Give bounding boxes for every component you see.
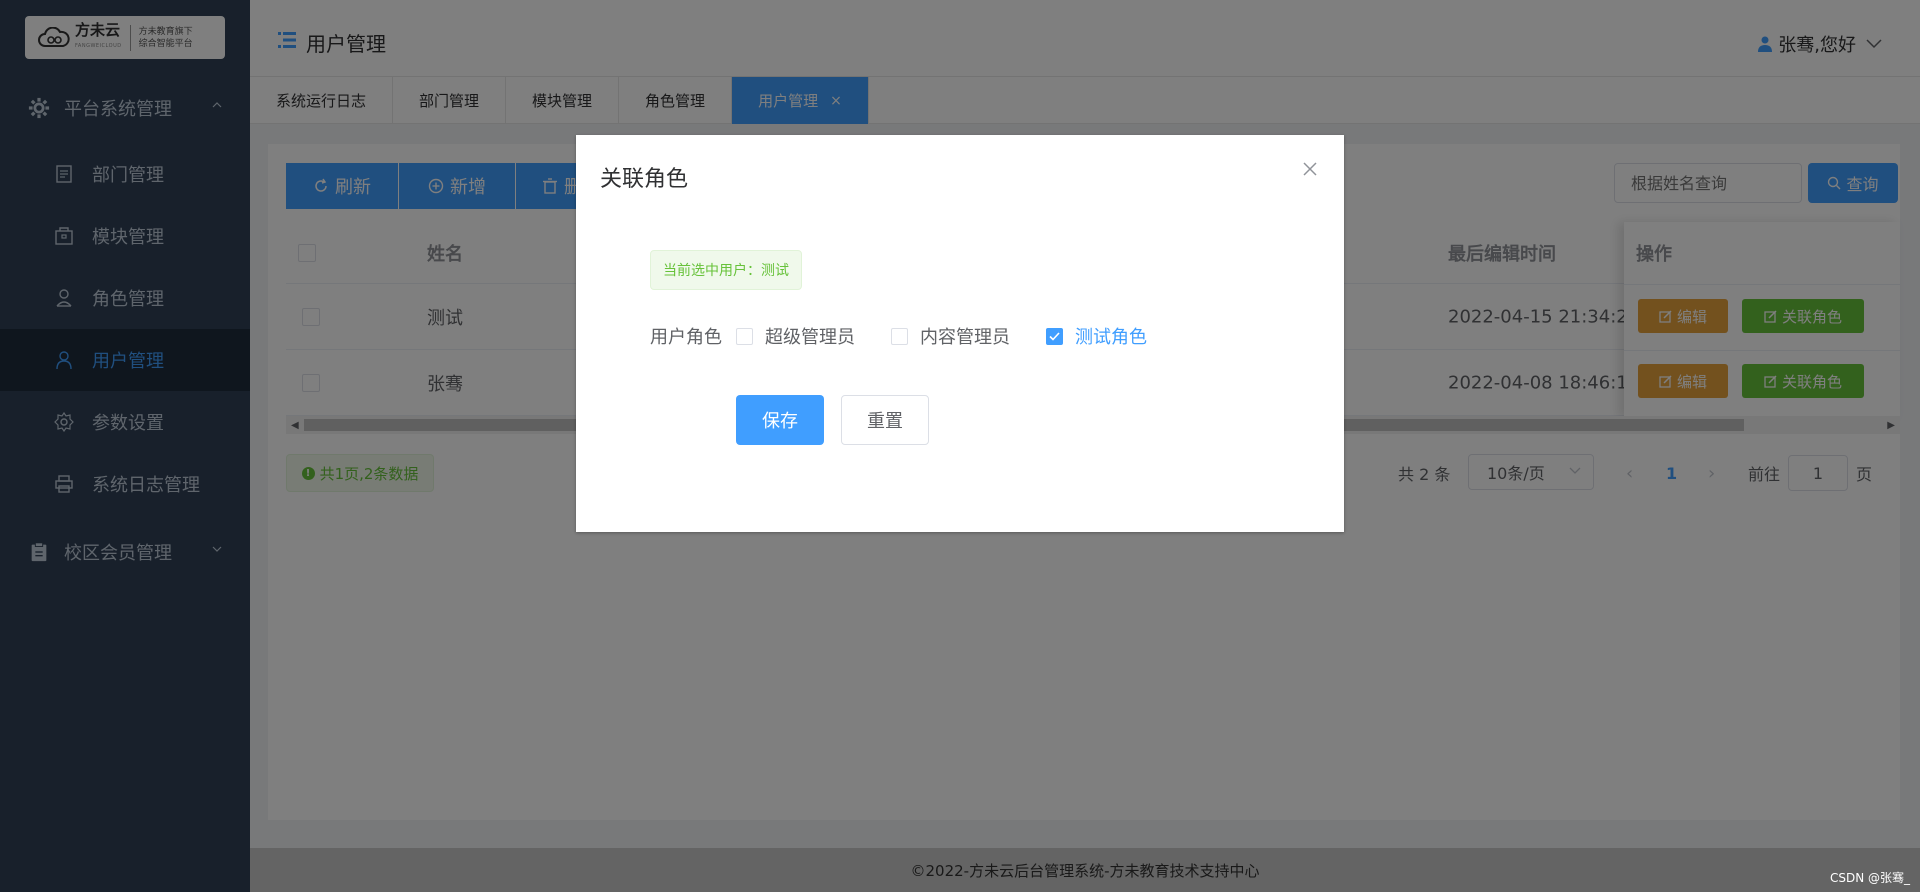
- watermark: CSDN @张骞_: [1829, 871, 1910, 885]
- checkmark-icon: [1049, 331, 1060, 341]
- checkbox-box[interactable]: [736, 327, 753, 345]
- role-checkbox-super-admin[interactable]: 超级管理员: [736, 323, 855, 349]
- close-icon[interactable]: [1302, 161, 1318, 177]
- current-user-tag: 当前选中用户：测试: [650, 250, 802, 290]
- role-checkbox-test-role[interactable]: 测试角色: [1046, 323, 1147, 349]
- dialog-title: 关联角色: [600, 167, 689, 192]
- role-checkbox-content-admin[interactable]: 内容管理员: [891, 323, 1010, 349]
- link-role-dialog: 关联角色 当前选中用户：测试 用户角色 超级管理员 内容管理员 测试角色 保存 …: [576, 135, 1344, 532]
- role-field-label: 用户角色: [650, 327, 722, 348]
- reset-button[interactable]: 重置: [841, 395, 929, 445]
- checkbox-box[interactable]: [1046, 327, 1063, 345]
- save-button[interactable]: 保存: [736, 395, 824, 445]
- checkbox-box[interactable]: [891, 327, 908, 345]
